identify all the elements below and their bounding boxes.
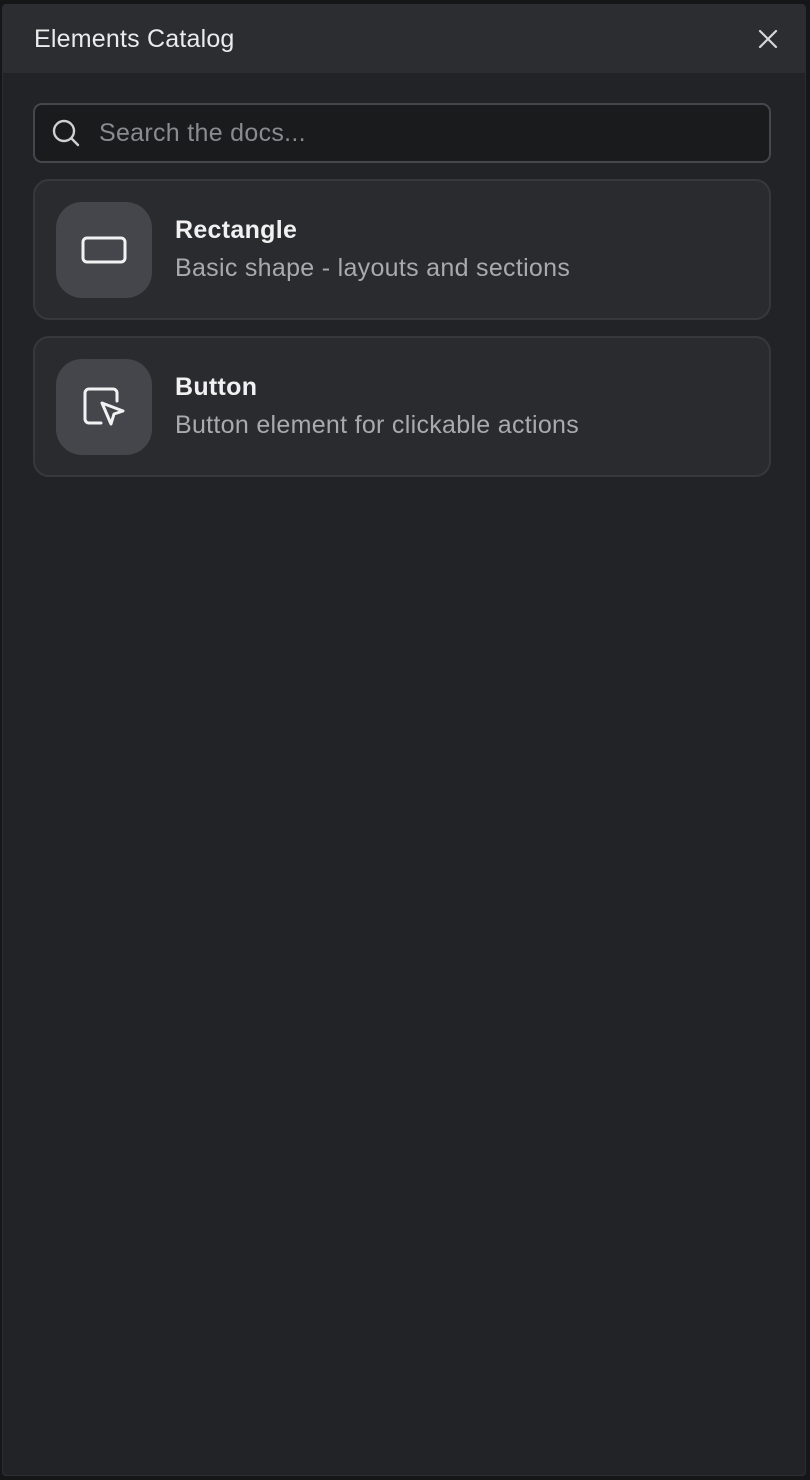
- card-text: Rectangle Basic shape - layouts and sect…: [175, 216, 570, 283]
- card-description: Basic shape - layouts and sections: [175, 254, 571, 282]
- cursor-click-icon: [83, 387, 125, 425]
- card-icon-tile: [56, 201, 152, 298]
- card-text: Button Button element for clickable acti…: [175, 373, 579, 440]
- elements-catalog-panel: Elements Catalog Search the docs... Rect…: [2, 4, 806, 1476]
- card-description: Button element for clickable actions: [175, 411, 580, 439]
- panel-title: Elements Catalog: [34, 24, 235, 53]
- close-icon: [758, 29, 778, 49]
- card-title: Rectangle: [175, 216, 298, 244]
- panel-header: Elements Catalog: [3, 5, 805, 73]
- element-card-rectangle[interactable]: Rectangle Basic shape - layouts and sect…: [33, 179, 771, 320]
- element-list: Rectangle Basic shape - layouts and sect…: [33, 179, 771, 477]
- rectangle-icon: [81, 236, 127, 263]
- close-button[interactable]: [751, 22, 785, 56]
- search-icon: [51, 118, 81, 148]
- card-title: Button: [175, 373, 258, 401]
- search-input[interactable]: [97, 117, 769, 149]
- panel-content: Rectangle Basic shape - layouts and sect…: [3, 73, 805, 477]
- element-card-button[interactable]: Button Button element for clickable acti…: [33, 336, 771, 477]
- card-icon-tile: [56, 358, 152, 455]
- search-box[interactable]: [33, 103, 771, 163]
